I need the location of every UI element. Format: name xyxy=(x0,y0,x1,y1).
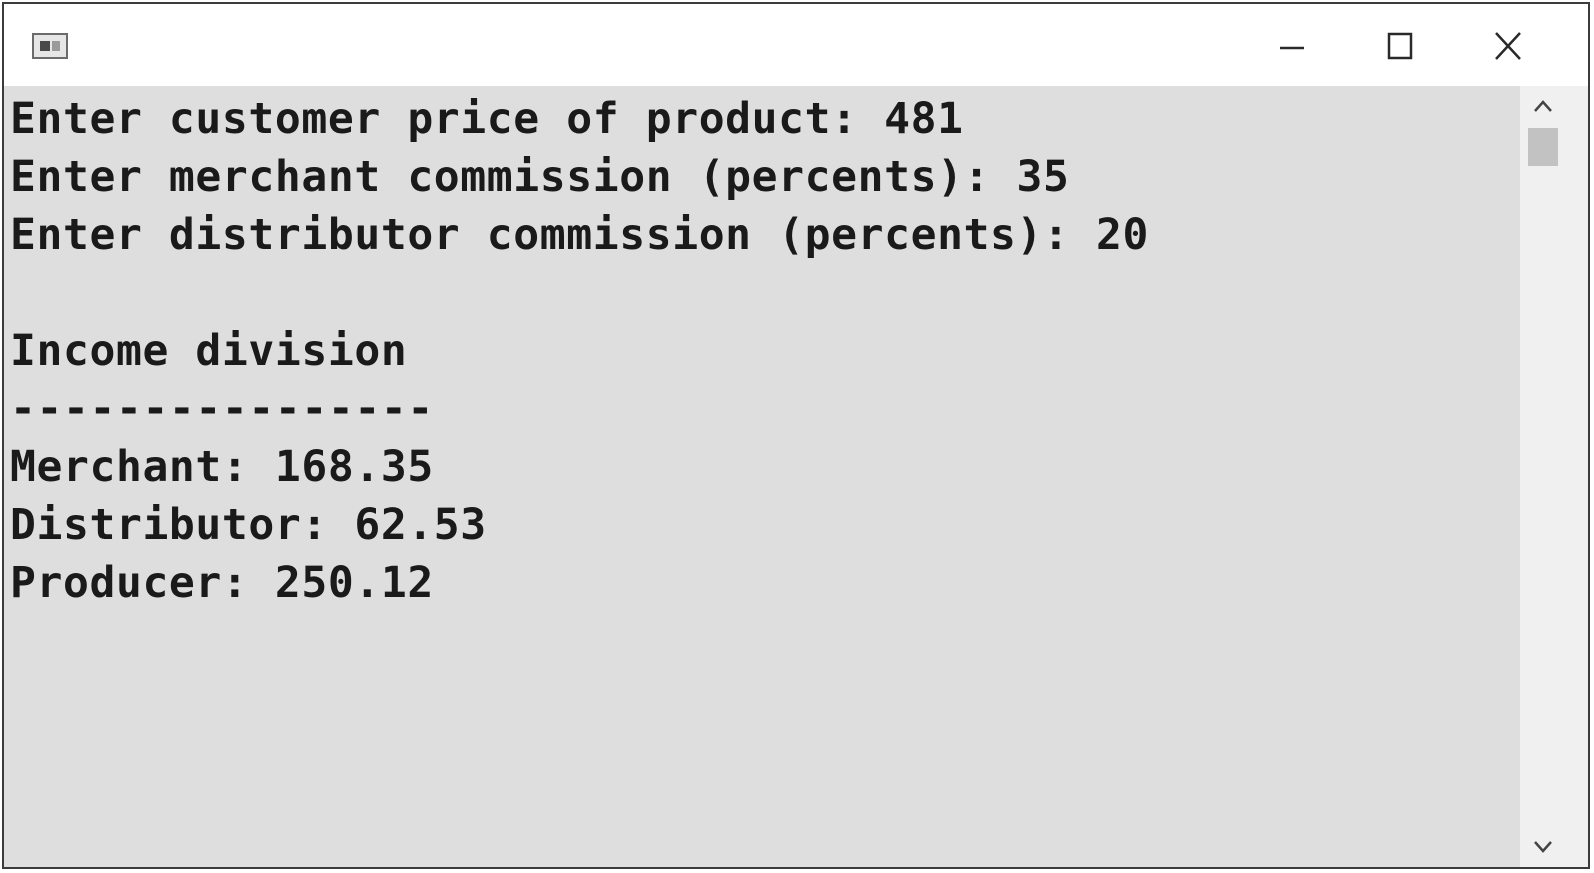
scroll-thumb[interactable] xyxy=(1528,128,1558,166)
scroll-down-button[interactable] xyxy=(1520,827,1588,867)
close-icon xyxy=(1495,32,1521,60)
console-window: Enter customer price of product: 481 Ent… xyxy=(2,2,1590,869)
console-line-merchant: Merchant: 168.35 xyxy=(10,442,434,492)
chevron-down-icon xyxy=(1534,841,1552,853)
console-line-distributor: Distributor: 62.53 xyxy=(10,500,487,550)
scroll-up-button[interactable] xyxy=(1520,86,1588,126)
maximize-button[interactable] xyxy=(1370,20,1430,72)
console-line-merchant-prompt: Enter merchant commission (percents): 35 xyxy=(10,152,1070,202)
console-line-producer: Producer: 250.12 xyxy=(10,558,434,608)
maximize-icon xyxy=(1387,32,1413,60)
title-bar[interactable] xyxy=(4,4,1588,86)
scroll-track[interactable] xyxy=(1520,126,1566,827)
console-line-heading: Income division xyxy=(10,326,408,376)
console-line-price-prompt: Enter customer price of product: 481 xyxy=(10,94,964,144)
minimize-button[interactable] xyxy=(1262,20,1322,72)
console-line-distributor-prompt: Enter distributor commission (percents):… xyxy=(10,210,1149,260)
minimize-icon xyxy=(1280,46,1304,50)
app-icon-glyph-secondary xyxy=(52,41,60,51)
console-output[interactable]: Enter customer price of product: 481 Ent… xyxy=(4,86,1522,867)
chevron-up-icon xyxy=(1534,100,1552,112)
app-icon-glyph xyxy=(40,41,50,51)
close-button[interactable] xyxy=(1478,20,1538,72)
console-line-divider: ---------------- xyxy=(10,384,434,434)
console-app-icon[interactable] xyxy=(32,33,68,59)
vertical-scrollbar[interactable] xyxy=(1520,86,1588,867)
